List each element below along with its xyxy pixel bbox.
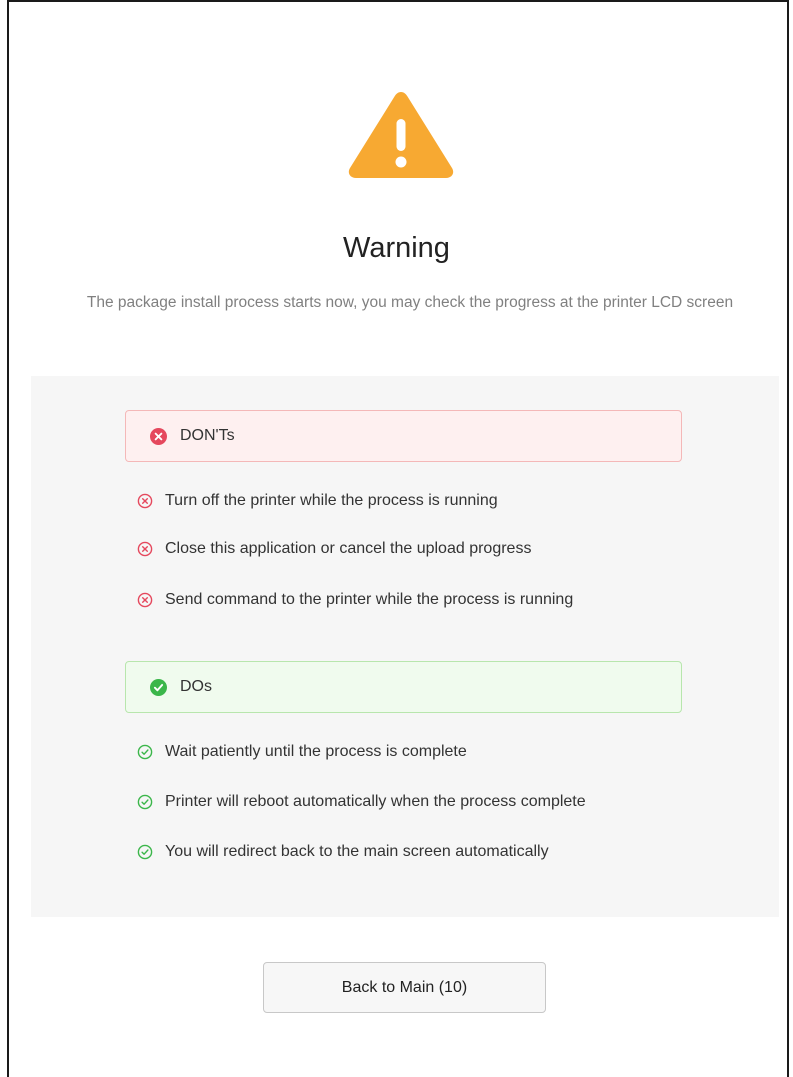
- dont-item-text: Close this application or cancel the upl…: [165, 540, 532, 557]
- dont-item-text: Turn off the printer while the process i…: [165, 492, 498, 509]
- dialog-message: The package install process starts now, …: [86, 294, 734, 311]
- dont-item-text: Send command to the printer while the pr…: [165, 591, 574, 608]
- do-item: You will redirect back to the main scree…: [137, 840, 549, 864]
- do-item-text: Wait patiently until the process is comp…: [165, 743, 467, 760]
- success-outline-icon: [137, 794, 153, 810]
- dont-item: Turn off the printer while the process i…: [137, 489, 498, 513]
- donts-banner: DON'Ts: [125, 410, 682, 462]
- error-outline-icon: [137, 541, 153, 557]
- warning-triangle-icon: [348, 92, 454, 178]
- dont-item: Send command to the printer while the pr…: [137, 588, 573, 612]
- success-outline-icon: [137, 744, 153, 760]
- success-filled-icon: [150, 678, 167, 696]
- do-item-text: You will redirect back to the main scree…: [165, 843, 549, 860]
- dos-banner: DOs: [125, 661, 682, 713]
- do-item-text: Printer will reboot automatically when t…: [165, 793, 586, 810]
- dialog-title: Warning: [343, 232, 450, 264]
- do-item: Printer will reboot automatically when t…: [137, 790, 586, 814]
- error-outline-icon: [137, 493, 153, 509]
- error-filled-icon: [150, 427, 167, 445]
- do-item: Wait patiently until the process is comp…: [137, 740, 467, 764]
- success-outline-icon: [137, 844, 153, 860]
- dos-heading: DOs: [180, 678, 212, 695]
- dont-item: Close this application or cancel the upl…: [137, 537, 531, 561]
- back-to-main-button[interactable]: Back to Main (10): [263, 962, 546, 1013]
- donts-heading: DON'Ts: [180, 427, 235, 444]
- error-outline-icon: [137, 592, 153, 608]
